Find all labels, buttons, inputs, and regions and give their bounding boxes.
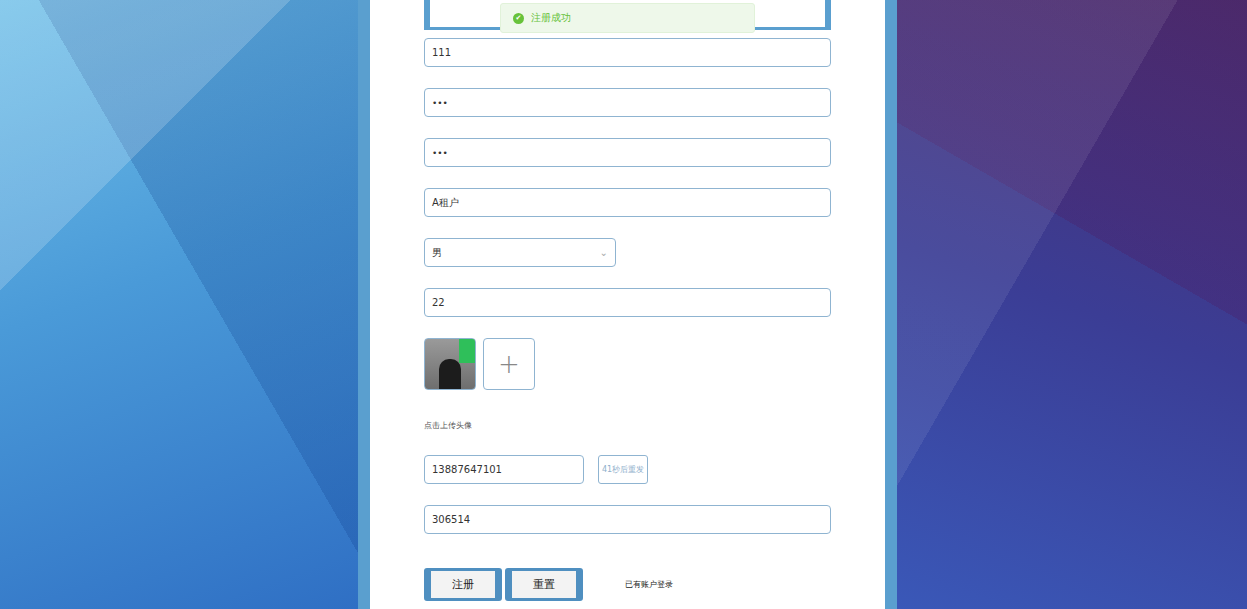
age-field[interactable]: 22 [424,288,831,317]
upload-hint: 点击上传头像 [424,420,831,431]
left-strip [358,0,370,609]
field-value: ••• [432,98,448,108]
avatar-photo[interactable] [424,338,476,390]
send-code-button: 41秒后重发 [598,455,648,484]
right-background [897,0,1247,609]
password-field[interactable]: ••• [424,88,831,117]
right-strip [885,0,897,609]
phone-field[interactable]: 13887647101 [424,455,584,484]
field-value: ••• [432,148,448,158]
real-name-field[interactable]: A租户 [424,188,831,217]
register-page: ✔注册成功111••••••A租户男⌄22+点击上传头像138876471014… [0,0,1247,609]
field-value: A租户 [432,196,459,210]
gender-field[interactable]: 男⌄ [424,238,616,267]
account-field[interactable]: 111 [424,38,831,67]
field-value: 306514 [432,514,470,525]
form-fields: 111••••••A租户男⌄22+ [424,38,831,390]
upload-button[interactable]: + [483,338,535,390]
field-value: 13887647101 [432,464,502,475]
field-value: 111 [432,47,451,58]
login-link[interactable]: 已有账户登录 [625,579,673,590]
phone-row: 13887647101 41秒后重发 [424,455,831,484]
button-row: 注册重置 已有账户登录 [424,568,831,601]
avatar-row: + [424,338,831,390]
toast-text: 注册成功 [531,11,571,25]
form-button[interactable]: 注册 [424,568,502,601]
check-icon: ✔ [513,13,524,24]
field-value: 男 [432,246,442,260]
chevron-icon: ⌄ [600,248,608,258]
confirm-password-field[interactable]: ••• [424,138,831,167]
code-field[interactable]: 306514 [424,505,831,534]
success-toast: ✔ 注册成功 [500,3,755,33]
form-button[interactable]: 重置 [505,568,583,601]
field-value: 22 [432,297,445,308]
register-panel: ✔注册成功111••••••A租户男⌄22+点击上传头像138876471014… [370,0,885,609]
left-background [0,0,358,609]
